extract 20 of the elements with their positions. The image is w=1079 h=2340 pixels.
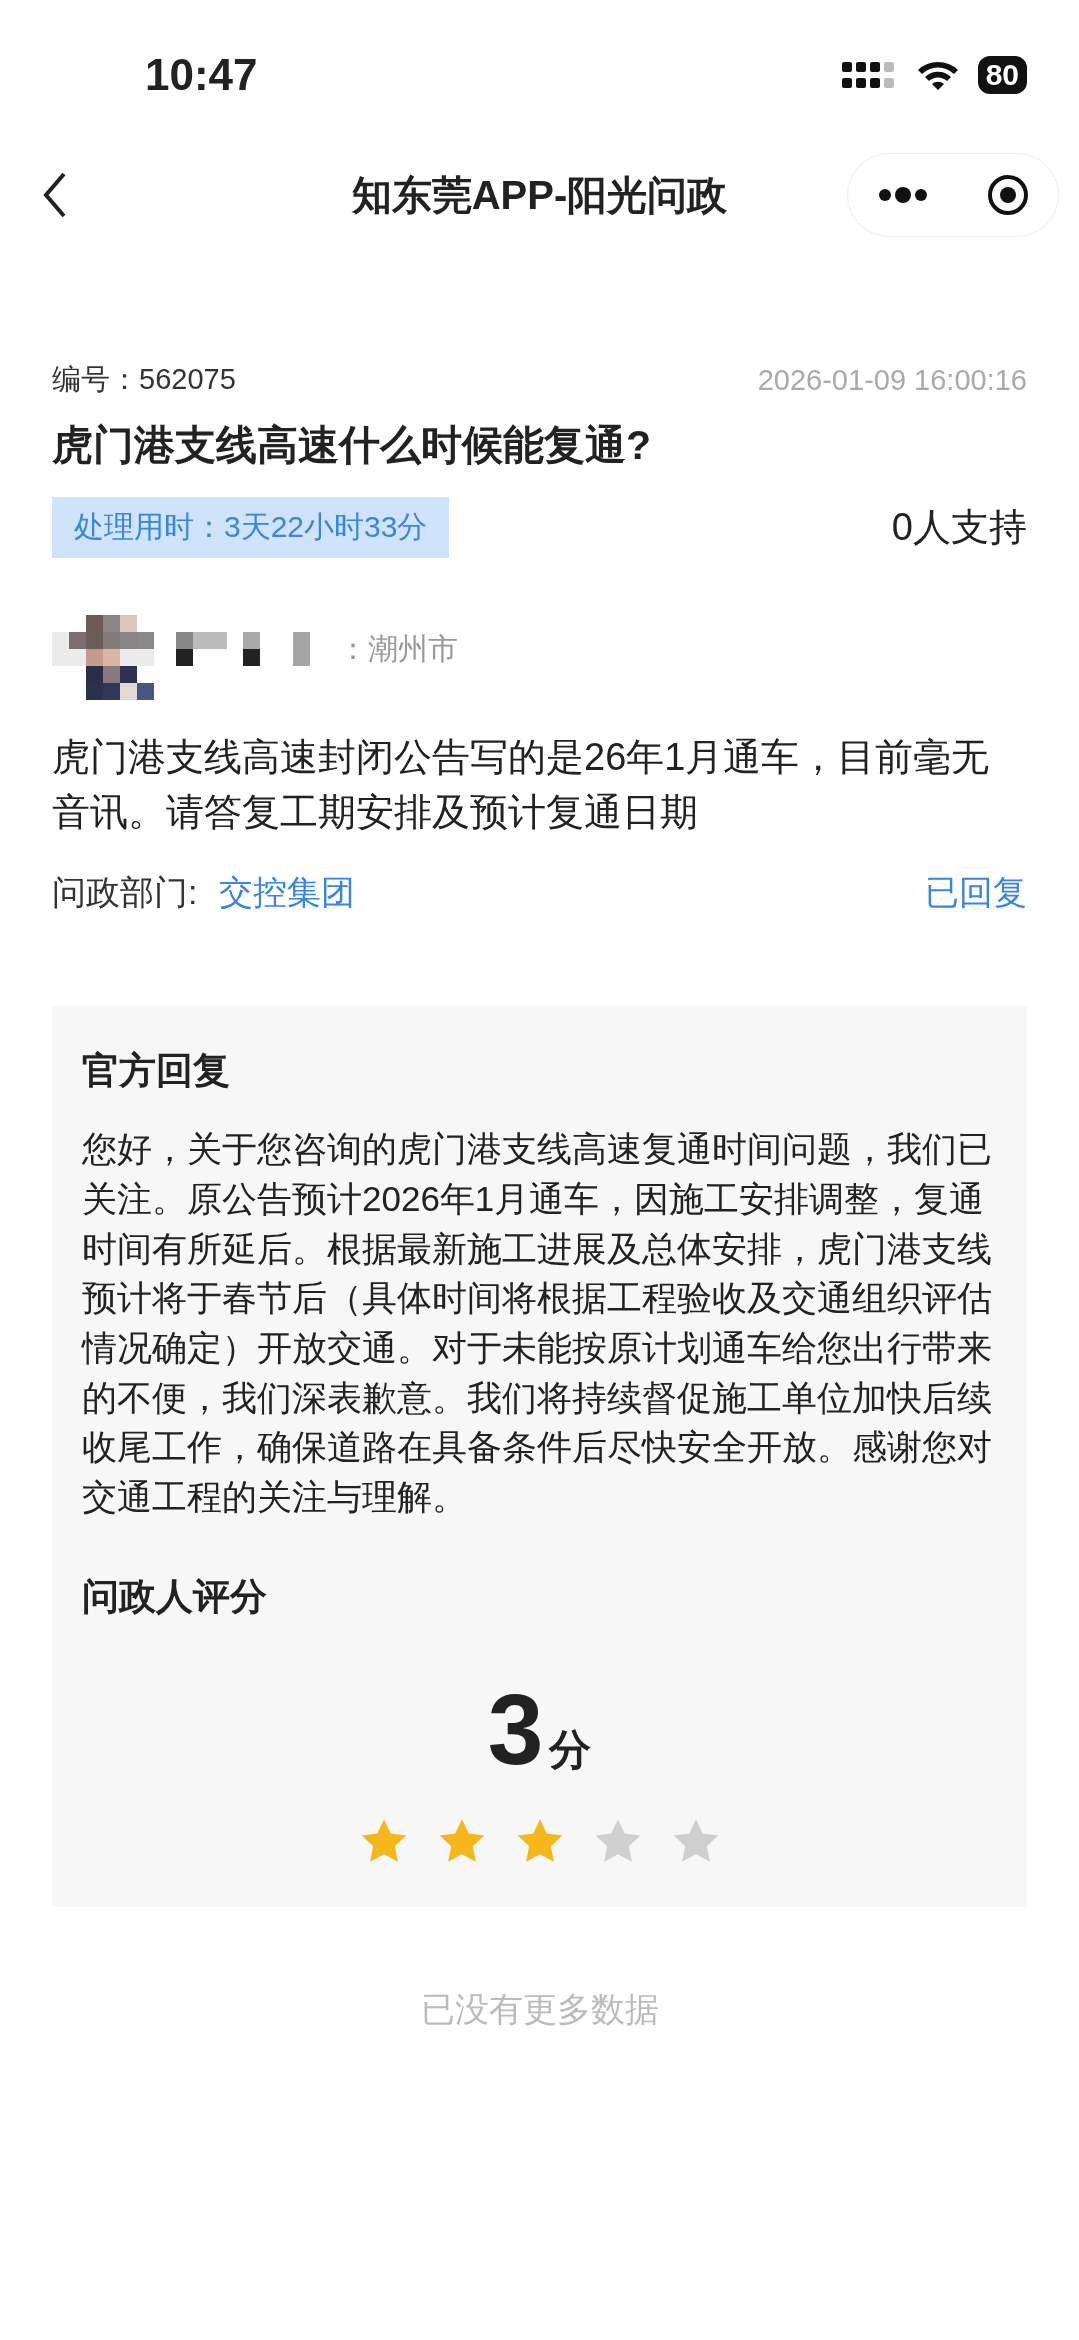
reply-heading: 官方回复 — [82, 1049, 231, 1094]
rating-score: 3 — [487, 1671, 544, 1787]
more-icon[interactable] — [876, 187, 929, 203]
end-of-list-text: 已没有更多数据 — [419, 1988, 660, 2030]
user-location: ：潮州市 — [338, 630, 458, 667]
question-title: 虎门港支线高速什么时候能复通? — [52, 421, 653, 470]
score-unit: 分 — [549, 1724, 592, 1775]
duration-badge: 处理用时：3天22小时33分 — [52, 497, 450, 558]
reply-status: 已回复 — [925, 872, 1027, 914]
question-body: 虎门港支线高速封闭公告写的是26年1月通车，目前毫无音讯。请答复工期安排及预计复通日期 — [52, 735, 991, 836]
status-time: 10:47 — [145, 50, 258, 100]
question-date: 2026-01-09 16:00:16 — [757, 363, 1027, 397]
department-label: 问政部门: — [52, 873, 198, 912]
question-number: 编号：562075 — [52, 362, 236, 397]
page-title: 知东莞APP-阳光问政 — [351, 171, 728, 219]
rating-heading: 问政人评分 — [82, 1574, 268, 1619]
department-link[interactable]: 交控集团 — [219, 873, 356, 912]
reply-body: 您好，关于您咨询的虎门港支线高速复通时间问题，我们已关注。原公告预计2026年1月通车，因施工安排调整，复通时间有所延后。根据最新施工进展及总体安排，虎门港支线预计将于春节后（具体时间将根据工程验收及交通组织评估情况确定）开放交通。对于未能按原计划通车给您出行带来的不便，我们深表歉意。我们将持续督促施工单位加快后续收尾工作，确保道路在具备条件后尽快安全开放。感谢您对交通工程的关注与理解。 — [82, 1128, 993, 1518]
battery-level: 80 — [977, 56, 1027, 94]
support-count: 0人支持 — [891, 505, 1027, 550]
